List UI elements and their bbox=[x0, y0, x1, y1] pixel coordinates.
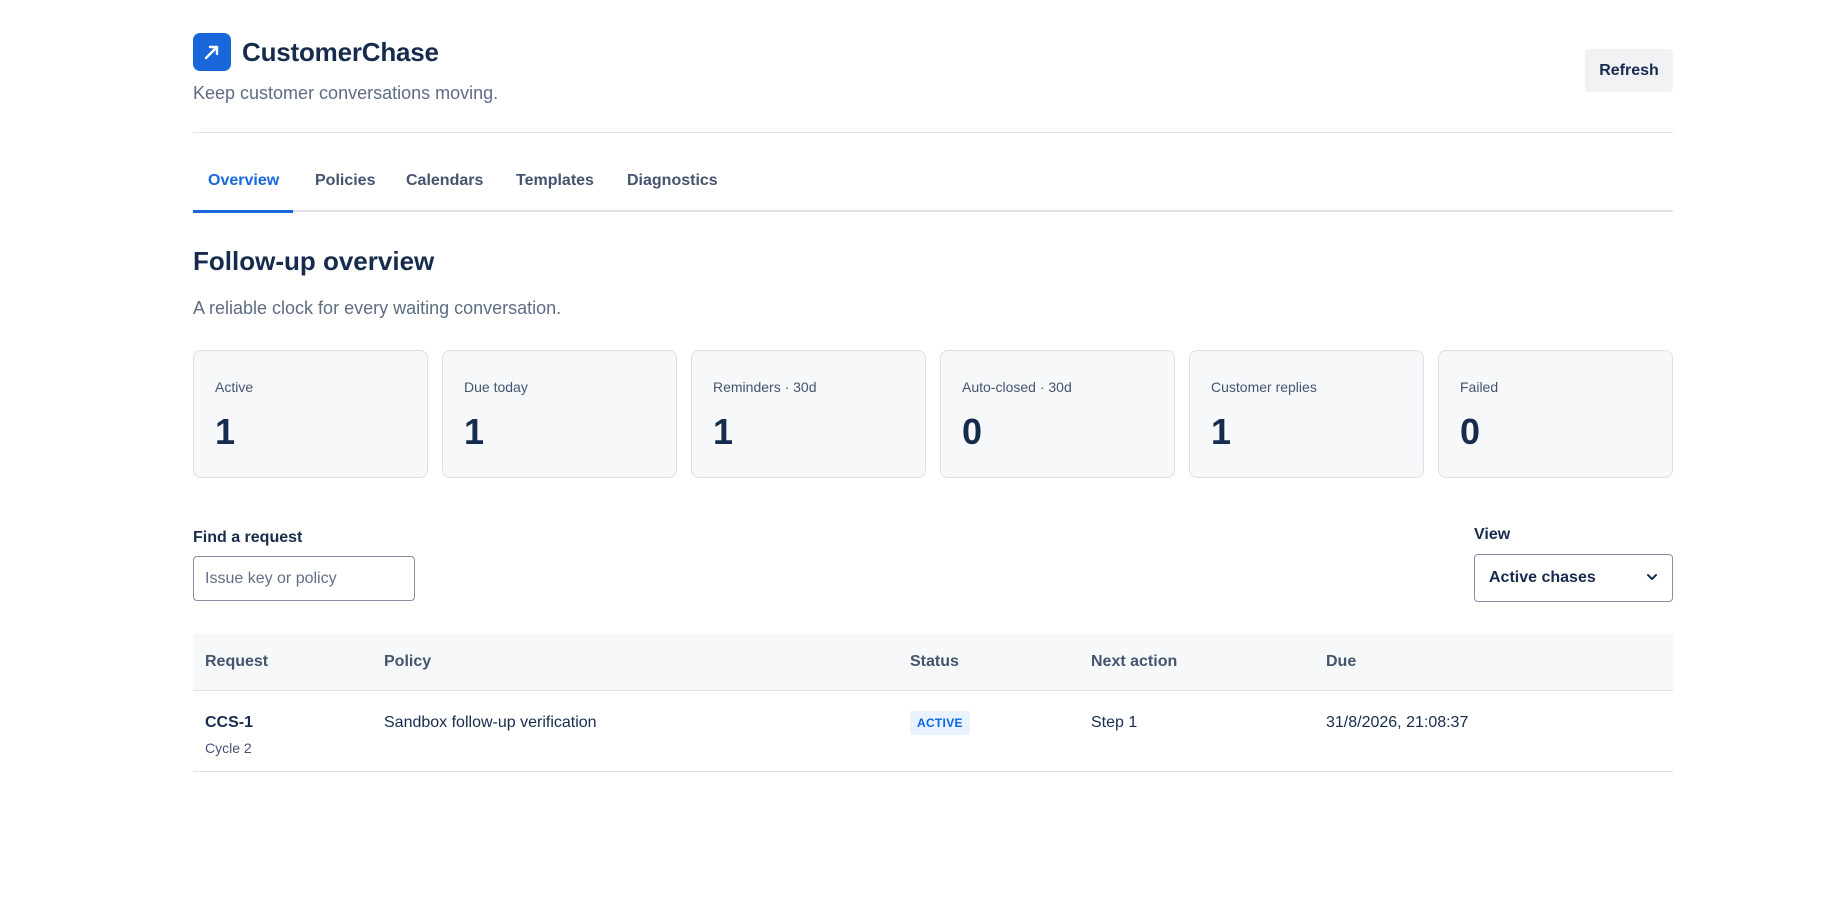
view-label: View bbox=[1474, 526, 1511, 543]
policy-name: Sandbox follow-up verification bbox=[384, 714, 597, 731]
tab-overview[interactable]: Overview bbox=[193, 172, 293, 213]
section-title: Follow-up overview bbox=[193, 246, 435, 276]
view-select[interactable]: Active chases bbox=[1474, 554, 1673, 602]
column-header-due: Due bbox=[1326, 653, 1357, 670]
search-label: Find a request bbox=[193, 529, 303, 546]
stat-value: 1 bbox=[215, 411, 236, 452]
tab-templates[interactable]: Templates bbox=[516, 172, 594, 210]
stat-label: Auto-closed · 30d bbox=[962, 379, 1072, 395]
search-input[interactable] bbox=[193, 556, 415, 601]
tab-label: Calendars bbox=[406, 172, 484, 189]
table-row[interactable]: CCS-1 Cycle 2 Sandbox follow-up verifica… bbox=[193, 691, 1673, 772]
stat-value: 1 bbox=[464, 411, 485, 452]
tab-label: Overview bbox=[208, 172, 280, 189]
stat-label: Customer replies bbox=[1211, 379, 1317, 395]
column-header-status: Status bbox=[910, 653, 959, 670]
stat-label: Active bbox=[215, 379, 254, 395]
tab-bar: Overview Policies Calendars Templates Di… bbox=[193, 133, 1673, 213]
tab-diagnostics[interactable]: Diagnostics bbox=[627, 172, 718, 210]
arrow-up-right-icon bbox=[204, 45, 219, 60]
stat-card-active: Active 1 bbox=[193, 350, 428, 478]
stat-value: 1 bbox=[1211, 411, 1232, 452]
stat-card-failed: Failed 0 bbox=[1438, 350, 1673, 478]
tab-label: Policies bbox=[315, 172, 376, 189]
tab-label: Diagnostics bbox=[627, 172, 718, 189]
tab-calendars[interactable]: Calendars bbox=[406, 172, 483, 210]
column-header-policy: Policy bbox=[384, 653, 432, 670]
stat-card-reminders: Reminders · 30d 1 bbox=[691, 350, 926, 478]
page: CustomerChase Keep customer conversation… bbox=[193, 0, 1673, 772]
request-key[interactable]: CCS-1 bbox=[205, 714, 253, 732]
stat-label: Reminders · 30d bbox=[713, 379, 817, 395]
refresh-button[interactable]: Refresh bbox=[1585, 49, 1673, 92]
status-badge: ACTIVE bbox=[910, 711, 970, 735]
app-logo bbox=[193, 33, 231, 71]
table-header: Request Policy Status Next action Due bbox=[193, 634, 1673, 691]
app-header: CustomerChase Keep customer conversation… bbox=[193, 0, 1673, 133]
stat-label: Failed bbox=[1460, 379, 1499, 395]
stat-value: 0 bbox=[1460, 411, 1481, 452]
chevron-down-icon bbox=[1647, 574, 1657, 580]
request-cycle: Cycle 2 bbox=[205, 740, 252, 756]
stat-value: 0 bbox=[962, 411, 983, 452]
stat-card-customer-replies: Customer replies 1 bbox=[1189, 350, 1424, 478]
tab-policies[interactable]: Policies bbox=[315, 172, 375, 210]
requests-table: Request Policy Status Next action Due CC… bbox=[193, 634, 1673, 772]
column-header-next-action: Next action bbox=[1091, 653, 1178, 670]
app-title: CustomerChase bbox=[242, 37, 439, 67]
view-select-value: Active chases bbox=[1489, 569, 1596, 586]
stats-row: Active 1 Due today 1 Reminders · 30d 1 A… bbox=[193, 350, 1673, 478]
stat-value: 1 bbox=[713, 411, 734, 452]
section-subtitle: A reliable clock for every waiting conve… bbox=[193, 298, 562, 318]
column-header-request: Request bbox=[205, 653, 269, 670]
next-action: Step 1 bbox=[1091, 714, 1138, 731]
tab-label: Templates bbox=[516, 172, 594, 189]
app-subtitle: Keep customer conversations moving. bbox=[193, 83, 499, 103]
due-date: 31/8/2026, 21:08:37 bbox=[1326, 714, 1469, 731]
stat-card-due-today: Due today 1 bbox=[442, 350, 677, 478]
stat-label: Due today bbox=[464, 379, 528, 395]
stat-card-auto-closed: Auto-closed · 30d 0 bbox=[940, 350, 1175, 478]
